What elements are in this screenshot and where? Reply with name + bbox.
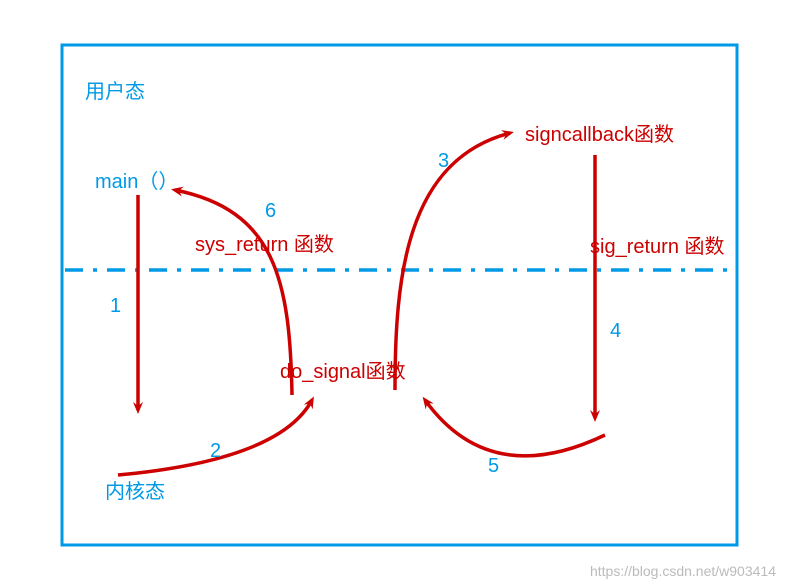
step-2: 2: [210, 440, 221, 463]
arrow-3: [395, 133, 510, 390]
user-mode-label: 用户态: [85, 75, 145, 104]
watermark: https://blog.csdn.net/w903414: [590, 563, 776, 579]
arrow-5: [425, 400, 605, 456]
do-signal-label: do_signal函数: [280, 355, 406, 384]
step-1: 1: [110, 295, 121, 318]
main-label: main（）: [95, 165, 178, 194]
step-4: 4: [610, 320, 621, 343]
sys-return-label: sys_return 函数: [195, 228, 334, 257]
step-5: 5: [488, 455, 499, 478]
sig-return-label: sig_return 函数: [590, 230, 725, 259]
arrow-2: [118, 400, 312, 475]
signcallback-label: signcallback函数: [525, 118, 674, 147]
kernel-mode-label: 内核态: [105, 475, 165, 504]
step-6: 6: [265, 200, 276, 223]
step-3: 3: [438, 150, 449, 173]
